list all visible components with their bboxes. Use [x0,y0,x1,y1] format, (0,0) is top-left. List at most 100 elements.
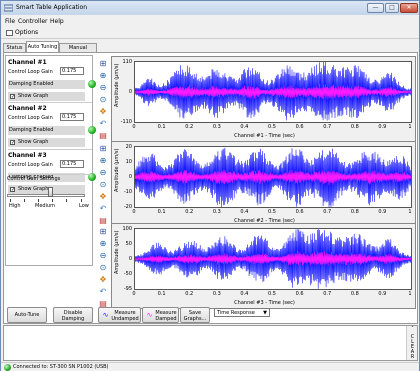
export-icon[interactable]: ▤ [97,130,109,141]
connected-icon [4,364,11,371]
graph-3-ytick: 0 [128,256,132,262]
measure-undamped-button[interactable]: ∿ Measure Undamped [98,307,141,323]
pan-icon[interactable]: ✥ [97,106,109,117]
graph-1-x-axis-label: Channel #1 - Time (sec) [234,133,295,139]
waveform-icon: ∿ [102,311,109,319]
close-button[interactable]: ✕ [400,3,418,13]
graph-3-ytick: 100 [122,226,132,232]
gain-tick [52,199,53,202]
gain-slider-track[interactable] [7,194,85,197]
maximize-button[interactable]: □ [385,3,399,13]
graph-1-plot-area[interactable] [134,61,412,123]
waveform-icon: ∿ [146,311,153,319]
response-type-dropdown[interactable]: Time Response ▼ [214,308,270,317]
x-tick-label: 0.6 [295,291,304,297]
app-icon [4,4,13,12]
x-tick-label: 0 [132,124,136,130]
pan-icon[interactable]: ✥ [97,191,109,202]
zoom-in-icon[interactable]: ⊕ [97,155,109,166]
x-tick-label: 0.8 [350,291,359,297]
clear-label-r[interactable]: R [407,354,418,360]
graph-2-waveform [135,147,411,207]
x-tick-label: 1 [408,209,412,215]
channel-3-gain-label: Control Loop Gain [8,162,53,168]
menu-controller[interactable]: Controller [18,18,48,25]
save-graphs-line2: Graphs... [183,316,207,322]
channel-1-gain-label: Control Loop Gain [8,69,53,75]
tab-status[interactable]: Status [3,43,26,52]
gain-label-low: Low [79,203,89,209]
menu-help[interactable]: Help [50,18,64,25]
x-tick-label: 0.4 [240,291,249,297]
tab-auto-tuning[interactable]: Auto Tuning [26,41,59,52]
tab-manual-tuning[interactable]: Manual Tuning [59,43,97,59]
connection-status: Connected to: ST-300 SN P1002 (USB) [13,364,109,370]
channel-2-status-led [88,126,96,134]
log-scrollbar[interactable]: ˄ C L E A R [406,326,417,360]
gain-tick [66,199,67,202]
zoom-fit-icon[interactable]: ⊙ [97,262,109,273]
graph-2-plot-area[interactable] [134,146,412,208]
channel-1-gain-input[interactable]: 0.175 [60,67,84,75]
graph-2-ytick: 10 [125,159,132,165]
graph-1-y-axis-label: Amplitude (µm/s) [114,63,120,107]
graph-3-plot-area[interactable] [134,228,412,290]
x-tick-label: 0.6 [295,209,304,215]
x-tick-label: 0.9 [378,291,387,297]
zoom-in-icon[interactable]: ⊕ [97,238,109,249]
title-bar: Smart Table Application — □ ✕ [1,1,419,15]
gain-divider [8,174,92,175]
channel-1-show-graph-checkbox[interactable]: ✓ Show Graph [8,92,85,101]
pan-icon[interactable]: ✥ [97,274,109,285]
disable-damping-button[interactable]: Disable Damping [53,307,93,323]
export-icon[interactable]: ▤ [97,215,109,226]
channel-3-gain-input[interactable]: 0.175 [60,160,84,168]
undo-icon[interactable]: ↶ [97,203,109,214]
gain-slider-thumb[interactable] [47,187,53,197]
options-button[interactable]: Options [3,28,51,38]
channel-2-show-graph-checkbox[interactable]: ✓ Show Graph [8,138,85,147]
gain-tick [10,199,11,202]
x-tick-label: 0.1 [157,291,166,297]
checkbox-checked-icon: ✓ [10,187,16,193]
channel-1-damping-status: Damping Enabled [8,80,85,89]
graph-chart-icon[interactable]: ⊞ [97,143,109,154]
x-tick-label: 0.5 [268,209,276,215]
zoom-out-icon[interactable]: ⊖ [97,167,109,178]
measure-damped-button[interactable]: ∿ Measure Damped [142,307,179,323]
zoom-fit-icon[interactable]: ⊙ [97,179,109,190]
graph-1: Amplitude (µm/s) 110 0 -110 Channel #1 -… [111,56,416,142]
disable-damping-line2: Damping [61,316,85,322]
minimize-button[interactable]: — [367,3,384,13]
channel-2-gain-input[interactable]: 0.175 [60,113,84,121]
zoom-in-icon[interactable]: ⊕ [97,70,109,81]
undo-icon[interactable]: ↶ [97,118,109,129]
chevron-down-icon: ▼ [263,310,267,316]
x-tick-label: 0 [132,291,136,297]
graph-2: Amplitude (µm/s) 20 10 0 -10 -20 Channel… [111,141,416,227]
channel-3-show-graph-label: Show Graph [18,186,49,192]
channel-3-show-graph-checkbox[interactable]: ✓ Show Graph [8,185,85,194]
graph-chart-icon[interactable]: ⊞ [97,58,109,69]
channel-divider [8,149,92,150]
graph-1-ytick: 110 [122,59,132,65]
graph-chart-icon[interactable]: ⊞ [97,226,109,237]
graph-2-ytick: -10 [123,189,132,195]
menu-file[interactable]: File [5,18,15,25]
undo-icon[interactable]: ↶ [97,286,109,297]
x-tick-label: 0.2 [185,291,194,297]
save-graphs-button[interactable]: Save Graphs... [180,307,210,323]
zoom-fit-icon[interactable]: ⊙ [97,94,109,105]
channel-2-title: Channel #2 [8,105,47,112]
zoom-out-icon[interactable]: ⊖ [97,82,109,93]
zoom-out-icon[interactable]: ⊖ [97,250,109,261]
gain-label-medium: Medium [35,203,55,209]
auto-tune-button[interactable]: Auto-Tune [7,307,47,323]
channel-3-title: Channel #3 [8,152,47,159]
measure-damped-line2: Damped [155,316,177,322]
channel-1-show-graph-label: Show Graph [18,93,49,99]
x-tick-label: 0.4 [240,209,249,215]
scroll-up-icon[interactable]: ˄ [407,326,418,332]
gain-tick [38,199,39,202]
log-output-area[interactable] [3,325,418,361]
